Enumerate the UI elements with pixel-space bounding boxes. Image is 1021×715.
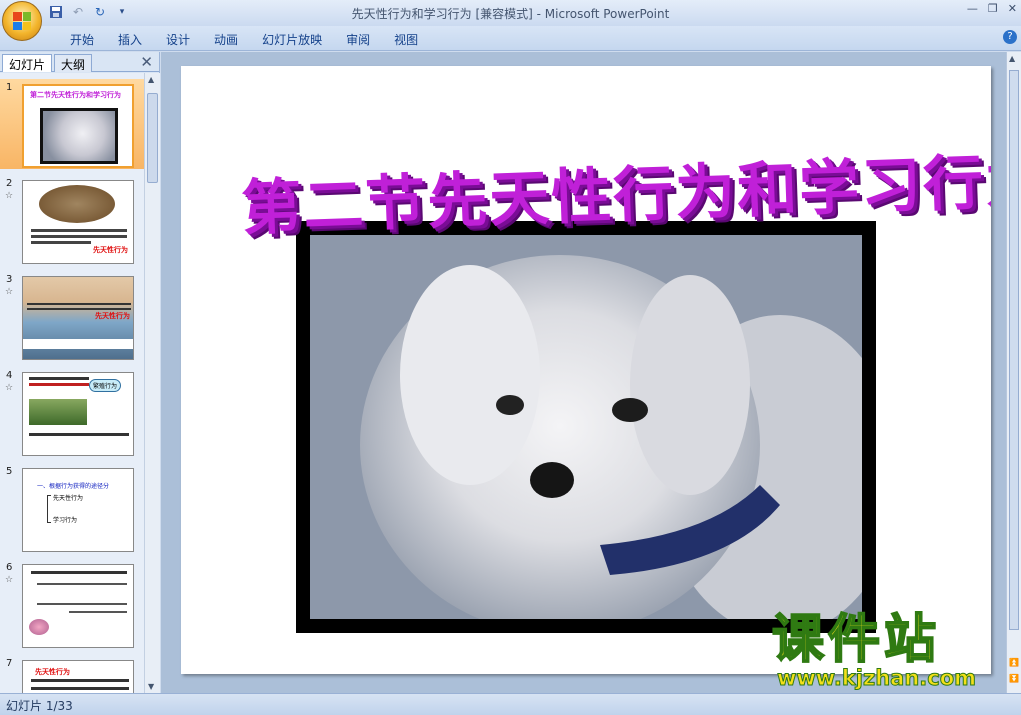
tab-outline[interactable]: 大纲 bbox=[54, 54, 93, 72]
slide-number: 5 bbox=[6, 466, 13, 477]
close-panel-icon[interactable]: ✕ bbox=[140, 53, 153, 71]
slide-scrollbar[interactable]: ▲ ⏫ ⏬ bbox=[1006, 52, 1021, 693]
tab-home[interactable]: 开始 bbox=[58, 31, 106, 48]
tab-design[interactable]: 设计 bbox=[154, 31, 202, 48]
thumb-heading: 一、根据行为获得的途径分 bbox=[37, 483, 110, 490]
thumb-text: 先天性行为 bbox=[95, 312, 130, 320]
dog-photo[interactable] bbox=[296, 221, 876, 633]
thumb-title: 第二节先天性行为和学习行为 bbox=[30, 91, 121, 99]
watermark-brand: 课件站 bbox=[771, 610, 941, 670]
ribbon-tabs: 开始 插入 设计 动画 幻灯片放映 审阅 视图 ? bbox=[0, 26, 1021, 51]
slide-editor: 第二节先天性行为和学习行为 bbox=[161, 52, 1006, 693]
thumbnail-4[interactable]: 4 ☆ 繁殖行为 bbox=[0, 367, 144, 457]
thumbnail-7[interactable]: 7 先天性行为 bbox=[0, 655, 144, 693]
animation-star-icon: ☆ bbox=[5, 575, 14, 585]
window-controls: — ❐ ✕ bbox=[967, 2, 1017, 15]
animation-star-icon: ☆ bbox=[5, 383, 14, 393]
help-icon[interactable]: ? bbox=[1003, 30, 1017, 44]
tab-view[interactable]: 视图 bbox=[382, 31, 430, 48]
thumbnail-6[interactable]: 6 ☆ bbox=[0, 559, 144, 649]
restore-icon[interactable]: ❐ bbox=[988, 2, 998, 15]
thumb-item: 先天性行为 bbox=[53, 495, 84, 502]
watermark-url: www.kjzhan.com bbox=[776, 666, 977, 691]
slide-canvas[interactable]: 第二节先天性行为和学习行为 bbox=[181, 66, 991, 674]
thumbnail-list: 1 第二节先天性行为和学习行为 2 ☆ 先天性行为 3 ☆ 先天性行为 4 ☆ … bbox=[0, 73, 144, 693]
tab-slides[interactable]: 幻灯片 bbox=[2, 54, 53, 72]
animation-star-icon: ☆ bbox=[5, 191, 14, 201]
thumb-heading: 先天性行为 bbox=[35, 668, 70, 676]
animation-star-icon: ☆ bbox=[5, 287, 14, 297]
slide-number: 7 bbox=[6, 658, 13, 669]
slide-number: 2 bbox=[6, 178, 13, 189]
thumb-bubble: 繁殖行为 bbox=[89, 379, 122, 392]
slide-number: 6 bbox=[6, 562, 13, 573]
close-icon[interactable]: ✕ bbox=[1008, 2, 1017, 15]
scroll-down-icon[interactable]: ▼ bbox=[148, 682, 154, 691]
thumb-item: 学习行为 bbox=[53, 517, 78, 524]
slide-thumbnail: 先天性行为 bbox=[22, 180, 134, 264]
deer-photo-thumb bbox=[39, 185, 115, 223]
slides-panel: 幻灯片 大纲 ✕ 1 第二节先天性行为和学习行为 2 ☆ 先天性行为 3 ☆ 先… bbox=[0, 52, 160, 693]
slide-number: 4 bbox=[6, 370, 13, 381]
minimize-icon[interactable]: — bbox=[967, 2, 978, 15]
tab-animations[interactable]: 动画 bbox=[202, 31, 250, 48]
scrollbar-thumb[interactable] bbox=[1009, 70, 1019, 630]
slide-number: 3 bbox=[6, 274, 13, 285]
thumbnail-2[interactable]: 2 ☆ 先天性行为 bbox=[0, 175, 144, 265]
previous-slide-icon[interactable]: ⏫ bbox=[1009, 658, 1019, 667]
office-logo-icon bbox=[13, 12, 31, 30]
thumbnail-scrollbar[interactable]: ▲ ▼ bbox=[144, 73, 160, 693]
slide-title[interactable]: 第二节先天性行为和学习行为 bbox=[240, 132, 991, 247]
slide-thumbnail: 第二节先天性行为和学习行为 bbox=[22, 84, 134, 168]
scroll-up-icon[interactable]: ▲ bbox=[1009, 54, 1015, 63]
dog-illustration bbox=[310, 235, 862, 619]
status-bar: 幻灯片 1/33 bbox=[0, 693, 1021, 715]
slide-thumbnail: 一、根据行为获得的途径分 先天性行为 学习行为 bbox=[22, 468, 134, 552]
slide-thumbnail: 先天性行为 bbox=[22, 276, 134, 360]
thumbnail-1[interactable]: 1 第二节先天性行为和学习行为 bbox=[0, 79, 144, 169]
slide-thumbnail bbox=[22, 564, 134, 648]
title-bar: ↶ ↻ ▾ 先天性行为和学习行为 [兼容模式] - Microsoft Powe… bbox=[0, 0, 1021, 41]
scroll-up-icon[interactable]: ▲ bbox=[148, 75, 154, 84]
thumbnail-5[interactable]: 5 一、根据行为获得的途径分 先天性行为 学习行为 bbox=[0, 463, 144, 553]
thumb-text: 先天性行为 bbox=[93, 246, 128, 254]
slide-counter: 幻灯片 1/33 bbox=[6, 699, 73, 713]
scrollbar-thumb[interactable] bbox=[147, 93, 158, 183]
bird-photo-thumb bbox=[29, 399, 87, 425]
slide-thumbnail: 先天性行为 bbox=[22, 660, 134, 693]
dog-photo-thumb bbox=[40, 108, 118, 164]
panel-tabs: 幻灯片 大纲 ✕ bbox=[0, 52, 159, 72]
tab-review[interactable]: 审阅 bbox=[334, 31, 382, 48]
office-button[interactable] bbox=[2, 1, 42, 41]
thumbnail-3[interactable]: 3 ☆ 先天性行为 bbox=[0, 271, 144, 361]
tab-insert[interactable]: 插入 bbox=[106, 31, 154, 48]
flower-icon bbox=[29, 619, 49, 635]
slide-number: 1 bbox=[6, 82, 13, 93]
next-slide-icon[interactable]: ⏬ bbox=[1009, 674, 1019, 683]
window-title: 先天性行为和学习行为 [兼容模式] - Microsoft PowerPoint bbox=[351, 7, 670, 21]
slide-thumbnail: 繁殖行为 bbox=[22, 372, 134, 456]
tab-slideshow[interactable]: 幻灯片放映 bbox=[250, 31, 334, 48]
